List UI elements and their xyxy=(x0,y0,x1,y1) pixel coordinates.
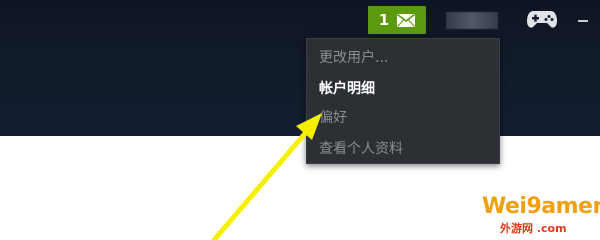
watermark-domain: 外游网 .com xyxy=(500,222,567,235)
gamepad-icon[interactable] xyxy=(526,8,558,30)
watermark-logo: Wei9amer xyxy=(482,194,600,219)
watermark: Wei9amer 外游网 .com xyxy=(482,194,600,238)
notification-count: 1 xyxy=(378,11,390,29)
notification-button[interactable]: 1 xyxy=(368,6,426,34)
top-bar xyxy=(0,0,600,136)
account-name-blurred[interactable] xyxy=(446,12,498,29)
menu-item-view-profile[interactable]: 查看个人资料 xyxy=(319,138,403,158)
menu-item-change-user[interactable]: 更改用户... xyxy=(319,47,388,67)
envelope-icon xyxy=(397,13,416,27)
account-dropdown-menu: 更改用户... 帐户明细 偏好 查看个人资料 xyxy=(306,38,500,164)
minimize-icon[interactable] xyxy=(578,20,588,22)
menu-item-account-details[interactable]: 帐户明细 xyxy=(319,78,375,98)
menu-item-preferences[interactable]: 偏好 xyxy=(319,107,347,127)
